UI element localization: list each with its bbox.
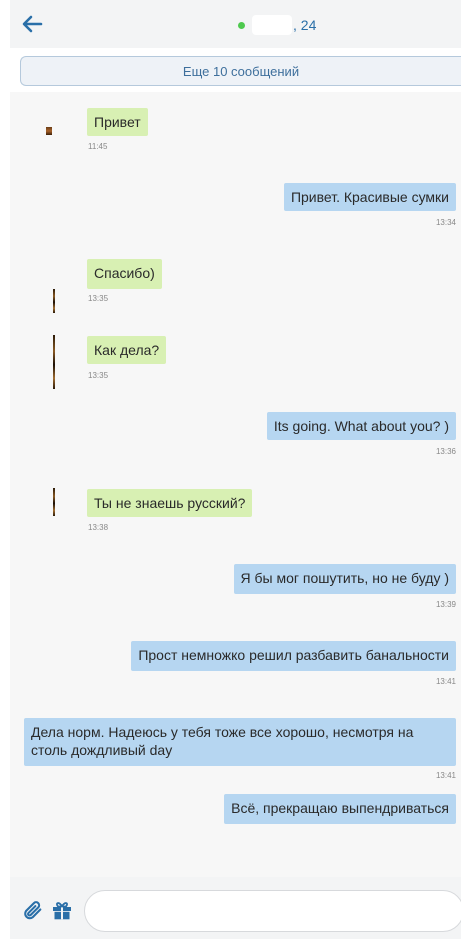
message-time: 13:41 [435, 771, 456, 780]
message-time: 13:41 [435, 677, 456, 686]
message-bubble-outgoing: Я бы мог пошутить, но не буду ) [233, 564, 456, 594]
message-bubble-outgoing: Всё, прекращаю выпендриваться [224, 794, 456, 824]
contact-avatar[interactable] [53, 289, 55, 313]
arrow-left-icon[interactable] [20, 12, 44, 36]
message-input[interactable] [84, 890, 461, 932]
message-time: 13:38 [88, 523, 109, 532]
message-bubble-outgoing: Привет. Красивые сумки [283, 183, 456, 211]
message-composer [10, 877, 461, 939]
contact-avatar[interactable] [46, 127, 52, 135]
message-bubble-outgoing: Дела норм. Надеюсь у тебя тоже все хорош… [24, 718, 456, 766]
load-more-button[interactable]: Еще 10 сообщений [20, 56, 461, 86]
message-time: 13:35 [88, 371, 109, 380]
contact-name-redacted [252, 15, 292, 35]
online-status-dot [238, 21, 245, 29]
message-bubble-incoming: Спасибо) [87, 259, 162, 289]
message-bubble-incoming: Как дела? [87, 336, 167, 364]
message-bubble-outgoing: Its going. What about you? ) [266, 412, 456, 440]
message-time: 13:39 [435, 600, 456, 609]
message-time: 13:34 [435, 218, 456, 227]
message-time: 13:35 [88, 294, 109, 303]
gift-icon[interactable] [50, 898, 74, 922]
message-bubble-incoming: Привет [87, 108, 148, 136]
chat-title[interactable]: , 24 [238, 15, 316, 35]
contact-avatar[interactable] [53, 335, 55, 389]
message-time: 13:36 [435, 447, 456, 456]
message-bubble-outgoing: Прост немножко решил разбавить банальнос… [131, 641, 456, 671]
message-bubble-incoming: Ты не знаешь русский? [87, 489, 253, 517]
paperclip-icon[interactable] [22, 899, 44, 921]
contact-age: , 24 [293, 17, 317, 33]
chat-header: , 24 [10, 0, 461, 48]
message-time: 11:45 [88, 142, 108, 151]
contact-avatar[interactable] [53, 488, 55, 516]
